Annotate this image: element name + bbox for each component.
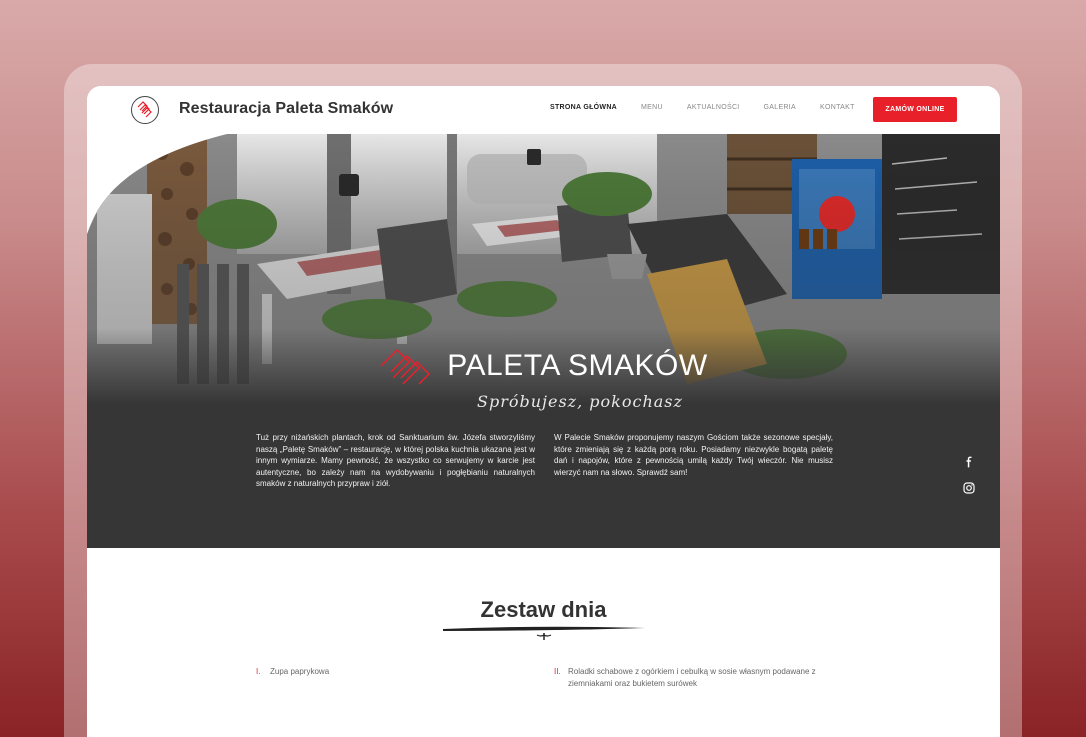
- dish-name: Zupa paprykowa: [270, 667, 330, 676]
- list-item: II. Roladki schabowe z ogórkiem i cebulk…: [554, 666, 844, 690]
- instagram-icon[interactable]: [963, 482, 975, 494]
- nav-item-news[interactable]: AKTUALNOŚCI: [687, 104, 740, 111]
- site-header: Restauracja Paleta Smaków STRONA GŁÓWNA …: [87, 86, 1000, 134]
- nav-item-home[interactable]: STRONA GŁÓWNA: [550, 104, 617, 111]
- logo-icon[interactable]: [130, 95, 160, 125]
- list-item: I. Zupa paprykowa: [256, 666, 329, 678]
- hero-section: PALETA SMAKÓW Spróbujesz, pokochasz Tuż …: [87, 134, 1000, 548]
- brand-mark-icon: [380, 348, 431, 384]
- hero-title: PALETA SMAKÓW: [87, 348, 1000, 389]
- intro-text-right: W Palecie Smaków proponujemy naszym Gośc…: [554, 433, 833, 477]
- daily-set-title: Zestaw dnia: [480, 597, 607, 622]
- facebook-icon[interactable]: [963, 456, 975, 468]
- hero-tagline: Spróbujesz, pokochasz: [477, 392, 683, 411]
- dish-name: Roladki schabowe z ogórkiem i cebulką w …: [568, 667, 816, 688]
- hero-title-text: PALETA SMAKÓW: [447, 349, 708, 382]
- main-nav: STRONA GŁÓWNA MENU AKTUALNOŚCI GALERIA K…: [550, 104, 855, 111]
- dish-number: I.: [256, 667, 261, 676]
- brush-divider: [443, 626, 645, 640]
- nav-item-contact[interactable]: KONTAKT: [820, 104, 855, 111]
- site-title[interactable]: Restauracja Paleta Smaków: [179, 100, 393, 118]
- intro-text-left: Tuż przy niżańskich plantach, krok od Sa…: [256, 433, 535, 488]
- dish-number: II.: [554, 667, 561, 676]
- nav-item-gallery[interactable]: GALERIA: [764, 104, 796, 111]
- nav-item-menu[interactable]: MENU: [641, 104, 663, 111]
- browser-screen: Restauracja Paleta Smaków STRONA GŁÓWNA …: [87, 86, 1000, 737]
- order-online-button[interactable]: ZAMÓW ONLINE: [873, 97, 957, 122]
